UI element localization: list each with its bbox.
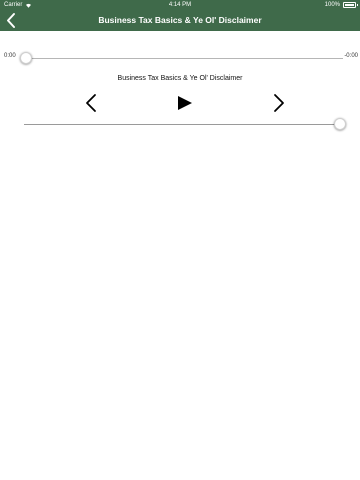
status-right: 100%	[324, 0, 358, 10]
play-icon[interactable]	[177, 92, 193, 114]
status-bar: Carrier 4:14 PM 100%	[0, 0, 360, 10]
top-bar: Carrier 4:14 PM 100% Business Tax Basics…	[0, 0, 360, 31]
progress-slider[interactable]	[20, 52, 343, 64]
next-track-icon[interactable]	[273, 92, 285, 114]
page-title: Business Tax Basics & Ye Ol' Disclaimer	[98, 15, 262, 25]
volume-slider-thumb[interactable]	[334, 118, 346, 130]
battery-percent: 100%	[324, 2, 340, 8]
previous-track-icon[interactable]	[85, 92, 97, 114]
volume-slider[interactable]	[24, 118, 346, 130]
progress-row: 0:00 -0:00	[0, 52, 360, 66]
battery-icon	[343, 2, 358, 8]
progress-slider-thumb[interactable]	[20, 52, 32, 64]
volume-row	[0, 118, 360, 132]
navigation-bar: Business Tax Basics & Ye Ol' Disclaimer	[0, 10, 360, 31]
remaining-time: -0:00	[344, 53, 358, 59]
playback-controls	[0, 92, 360, 116]
status-time: 4:14 PM	[168, 2, 192, 8]
elapsed-time: 0:00	[4, 53, 16, 59]
track-title: Business Tax Basics & Ye Ol' Disclaimer	[117, 75, 243, 82]
